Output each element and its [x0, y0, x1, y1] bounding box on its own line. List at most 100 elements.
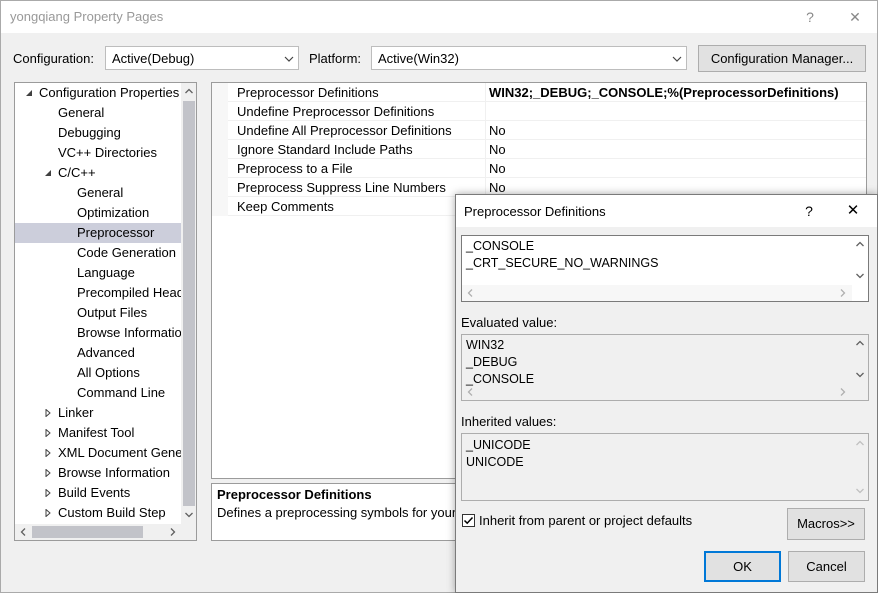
column-separator [485, 83, 486, 102]
tree-item[interactable]: Linker [15, 403, 181, 423]
tree-item[interactable]: VC++ Directories [15, 143, 181, 163]
close-button[interactable]: ✕ [844, 6, 866, 28]
macros-button[interactable]: Macros>> [787, 508, 865, 540]
collapsed-arrow-icon[interactable] [44, 509, 52, 517]
scroll-down-icon[interactable] [185, 512, 193, 518]
tree-vertical-thumb[interactable] [183, 101, 195, 506]
tree-item-label: Language [77, 265, 135, 280]
scroll-up-icon[interactable] [856, 241, 864, 247]
tree-item[interactable]: Optimization [15, 203, 181, 223]
tree-item[interactable]: Build Events [15, 483, 181, 503]
tree-item-label: Browse Information [77, 325, 189, 340]
cancel-button[interactable]: Cancel [788, 551, 865, 582]
dialog-title: Preprocessor Definitions [464, 204, 606, 219]
tree-item-label: C/C++ [58, 165, 96, 180]
tree-item[interactable]: Advanced [15, 343, 181, 363]
grid-row[interactable]: Undefine Preprocessor Definitions [212, 102, 866, 121]
help-button[interactable]: ? [799, 6, 821, 28]
collapsed-arrow-icon[interactable] [44, 429, 52, 437]
scroll-right-icon[interactable] [840, 388, 846, 396]
expanded-arrow-icon[interactable] [44, 169, 52, 177]
evaluated-value-box: WIN32 _DEBUG _CONSOLE [461, 334, 869, 401]
edit-vertical-scrollbar[interactable] [852, 236, 868, 285]
collapsed-arrow-icon[interactable] [44, 489, 52, 497]
scroll-down-icon[interactable] [856, 488, 864, 494]
tree-item-label: General [58, 105, 105, 120]
scroll-down-icon[interactable] [856, 273, 864, 279]
tree-item[interactable]: General [15, 103, 181, 123]
grid-row[interactable]: Undefine All Preprocessor Definitions No [212, 121, 866, 140]
description-title: Preprocessor Definitions [217, 487, 372, 502]
window-title: yongqiang Property Pages [10, 9, 164, 24]
definitions-edit-box[interactable]: _CONSOLE _CRT_SECURE_NO_WARNINGS [461, 235, 869, 302]
tree-item[interactable]: Browse Information [15, 323, 189, 343]
tree-item[interactable]: XML Document Generator [15, 443, 196, 463]
property-value[interactable]: WIN32;_DEBUG;_CONSOLE;%(PreprocessorDefi… [489, 85, 839, 100]
title-bar: yongqiang Property Pages ? ✕ [1, 1, 877, 33]
configuration-label: Configuration: [13, 51, 94, 66]
scroll-left-icon[interactable] [467, 388, 473, 396]
grid-row[interactable]: Ignore Standard Include Paths No [212, 140, 866, 159]
collapsed-arrow-icon[interactable] [44, 409, 52, 417]
tree-item[interactable]: All Options [15, 363, 181, 383]
evaluated-line: _DEBUG [466, 355, 518, 369]
ok-button[interactable]: OK [704, 551, 781, 582]
property-name: Undefine Preprocessor Definitions [237, 104, 435, 119]
tree-item-label: Command Line [77, 385, 166, 400]
configuration-manager-button[interactable]: Configuration Manager... [698, 45, 866, 72]
tree-item[interactable]: Output Files [15, 303, 181, 323]
tree-vertical-scrollbar[interactable] [181, 83, 196, 524]
dialog-help-button[interactable]: ? [798, 200, 820, 222]
property-value[interactable]: No [489, 142, 506, 157]
scroll-down-icon[interactable] [856, 372, 864, 378]
property-value[interactable]: No [489, 180, 506, 195]
tree-item[interactable]: Debugging [15, 123, 181, 143]
inherit-checkbox[interactable] [462, 514, 475, 527]
tree-item[interactable]: Preprocessor [15, 223, 181, 243]
dialog-close-button[interactable]: ✕ [842, 200, 864, 222]
tree-item-label: Build Events [58, 485, 131, 500]
platform-combo[interactable]: Active(Win32) [371, 46, 687, 70]
collapsed-arrow-icon[interactable] [44, 469, 52, 477]
grid-row[interactable]: Preprocess to a File No [212, 159, 866, 178]
grid-row-margin [212, 121, 228, 140]
tree-item[interactable]: Command Line [15, 383, 181, 403]
scroll-left-icon[interactable] [467, 289, 473, 297]
property-name: Ignore Standard Include Paths [237, 142, 413, 157]
evaluated-vertical-scrollbar[interactable] [852, 335, 868, 384]
tree-item[interactable]: General [15, 183, 181, 203]
tree-item[interactable]: Manifest Tool [15, 423, 181, 443]
tree-item[interactable]: Precompiled Headers [15, 283, 196, 303]
tree-item[interactable]: C/C++ [15, 163, 181, 183]
tree-horizontal-thumb[interactable] [32, 526, 143, 538]
scroll-up-icon[interactable] [856, 340, 864, 346]
collapsed-arrow-icon[interactable] [44, 449, 52, 457]
evaluated-horizontal-scrollbar[interactable] [462, 384, 852, 400]
tree-item-label: Preprocessor [77, 225, 155, 240]
tree-item-label: XML Document Generator [58, 445, 197, 460]
configuration-combo[interactable]: Active(Debug) [105, 46, 299, 70]
tree-item-label: Custom Build Step [58, 505, 166, 520]
tree-horizontal-scrollbar[interactable] [15, 524, 181, 540]
property-tree: Configuration Properties General Debugging… [14, 82, 197, 541]
expanded-arrow-icon[interactable] [25, 89, 33, 97]
tree-item[interactable]: Browse Information [15, 463, 181, 483]
scroll-left-icon[interactable] [20, 528, 26, 536]
grid-row-margin [212, 178, 228, 197]
tree-item[interactable]: Language [15, 263, 181, 283]
edit-horizontal-scrollbar[interactable] [462, 285, 852, 301]
property-name: Preprocessor Definitions [237, 85, 379, 100]
tree-item[interactable]: Configuration Properties [15, 83, 181, 103]
property-value[interactable]: No [489, 123, 506, 138]
inherited-vertical-scrollbar[interactable] [852, 434, 868, 500]
tree-item[interactable]: Code Generation [15, 243, 181, 263]
property-value[interactable]: No [489, 161, 506, 176]
scroll-up-icon[interactable] [185, 88, 193, 94]
evaluated-value-label: Evaluated value: [461, 315, 558, 330]
tree-item[interactable]: Custom Build Step [15, 503, 181, 523]
scroll-right-icon[interactable] [840, 289, 846, 297]
grid-row[interactable]: Preprocessor Definitions WIN32;_DEBUG;_CO… [212, 83, 866, 102]
scroll-up-icon[interactable] [856, 440, 864, 446]
scroll-right-icon[interactable] [170, 528, 176, 536]
inherit-checkbox-label[interactable]: Inherit from parent or project defaults [479, 513, 692, 528]
